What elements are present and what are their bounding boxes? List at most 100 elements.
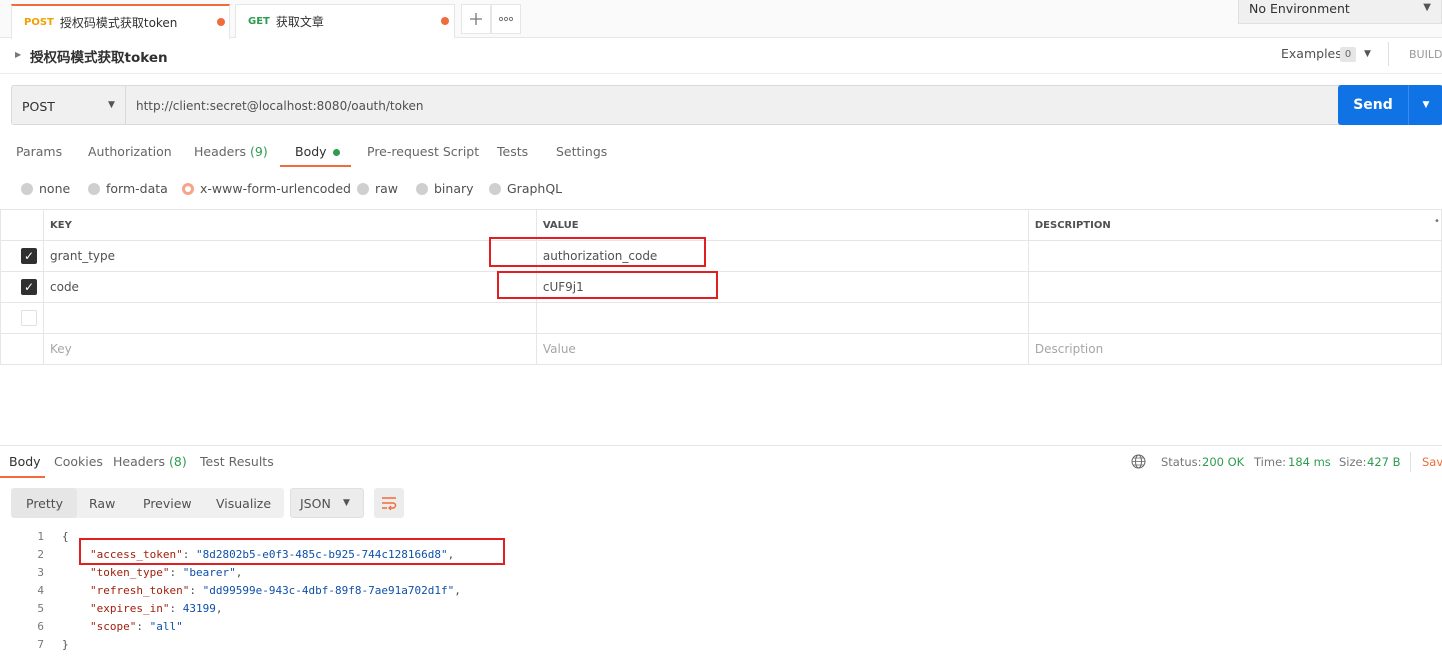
- new-tab-button[interactable]: [461, 4, 491, 34]
- view-raw[interactable]: Raw: [89, 496, 115, 511]
- json-key: "refresh_token": [90, 584, 190, 597]
- tab-body[interactable]: Body: [295, 144, 340, 159]
- resp-tab-body-underline: [0, 476, 45, 478]
- tab-authorization[interactable]: Authorization: [88, 144, 172, 159]
- description-placeholder[interactable]: Description: [1027, 333, 1442, 365]
- checkbox-checked[interactable]: ✓: [21, 279, 37, 295]
- radio-circle-icon: [21, 182, 33, 195]
- line-number: 2: [37, 548, 44, 561]
- radio-circle-icon: [88, 182, 100, 195]
- table-row: [0, 302, 1442, 334]
- json-line-access-token: "access_token": "8d2802b5-e0f3-485c-b925…: [90, 548, 455, 561]
- tab-settings[interactable]: Settings: [556, 144, 607, 159]
- examples-label[interactable]: Examples: [1281, 46, 1342, 61]
- size-label: Size:: [1339, 455, 1367, 469]
- tab-headers[interactable]: Headers (9): [194, 144, 268, 159]
- tab-request-post[interactable]: POST 授权码模式获取token: [11, 4, 230, 39]
- line-number: 4: [37, 584, 44, 597]
- view-mode-group: Pretty Raw Preview Visualize: [11, 488, 284, 518]
- radio-label: x-www-form-urlencoded: [200, 181, 351, 196]
- json-key: "scope": [90, 620, 137, 633]
- line-number: 7: [37, 638, 44, 651]
- environment-label: No Environment: [1249, 1, 1350, 16]
- send-button[interactable]: Send: [1338, 85, 1408, 125]
- expand-triangle-icon[interactable]: ▶: [15, 50, 21, 59]
- more-icon: [499, 16, 513, 22]
- json-value: 43199: [182, 602, 216, 615]
- description-cell[interactable]: [1027, 271, 1442, 303]
- radio-label: form-data: [106, 181, 168, 196]
- key-cell[interactable]: [43, 302, 537, 334]
- description-cell[interactable]: [1027, 302, 1442, 334]
- time-value: 184 ms: [1288, 455, 1331, 469]
- tab-options-button[interactable]: [491, 4, 521, 34]
- wrap-lines-button[interactable]: [374, 488, 404, 518]
- resp-tab-body[interactable]: Body: [9, 454, 41, 469]
- tab-bar: POST 授权码模式获取token GET 获取文章 No Environmen…: [0, 0, 1442, 39]
- radio-circle-icon: [416, 182, 428, 195]
- format-label: JSON: [300, 496, 331, 511]
- tab-title: 获取文章: [275, 15, 324, 29]
- tab-title: 授权码模式获取token: [59, 16, 178, 30]
- json-line-scope: "scope": "all": [90, 620, 183, 633]
- json-line-token-type: "token_type": "bearer",: [90, 566, 243, 579]
- build-button[interactable]: BUILD: [1409, 48, 1442, 61]
- format-select[interactable]: JSON ▼: [290, 488, 364, 518]
- resp-tab-test-results[interactable]: Test Results: [200, 454, 274, 469]
- tab-headers-label: Headers: [194, 144, 247, 159]
- url-input[interactable]: http://client:secret@localhost:8080/oaut…: [126, 85, 1340, 125]
- radio-binary[interactable]: binary: [416, 181, 474, 196]
- view-preview[interactable]: Preview: [143, 496, 192, 511]
- radio-form-data[interactable]: form-data: [88, 181, 168, 196]
- tab-method: GET: [248, 16, 270, 27]
- key-placeholder[interactable]: Key: [43, 333, 537, 365]
- examples-chevron-icon[interactable]: ▼: [1364, 49, 1371, 59]
- radio-label: none: [39, 181, 71, 196]
- size-value: 427 B: [1367, 455, 1401, 469]
- request-name[interactable]: 授权码模式获取token: [30, 46, 168, 66]
- table-header-row: KEY VALUE DESCRIPTION: [0, 209, 1442, 241]
- more-columns-icon[interactable]: •: [1434, 216, 1440, 227]
- description-cell[interactable]: [1027, 240, 1442, 272]
- line-number: 1: [37, 530, 44, 543]
- checkbox-unchecked[interactable]: [21, 310, 37, 326]
- json-value: "bearer": [182, 566, 236, 579]
- highlight-box: [489, 237, 706, 267]
- save-response-button[interactable]: Sav: [1422, 455, 1442, 469]
- radio-label: raw: [375, 181, 399, 196]
- tab-params[interactable]: Params: [16, 144, 62, 159]
- row-check-cell: [0, 302, 44, 334]
- request-header: ▶ 授权码模式获取token Examples 0 ▼ BUILD: [0, 38, 1442, 74]
- status-label: Status:: [1161, 455, 1202, 469]
- radio-urlencoded[interactable]: x-www-form-urlencoded: [182, 181, 351, 196]
- radio-none[interactable]: none: [21, 181, 70, 196]
- view-visualize[interactable]: Visualize: [216, 496, 271, 511]
- status-value: 200 OK: [1202, 455, 1245, 469]
- radio-graphql[interactable]: GraphQL: [489, 181, 562, 196]
- value-placeholder[interactable]: Value: [535, 333, 1029, 365]
- method-select[interactable]: POST ▼: [11, 85, 126, 125]
- resp-tab-cookies[interactable]: Cookies: [54, 454, 103, 469]
- row-check-cell: [0, 333, 44, 365]
- tab-tests[interactable]: Tests: [497, 144, 528, 159]
- json-key: "token_type": [90, 566, 170, 579]
- table-row: ✓ code cUF9j1: [0, 271, 1442, 303]
- header-key: KEY: [43, 209, 537, 241]
- header-value: VALUE: [535, 209, 1029, 241]
- chevron-down-icon: ▼: [108, 100, 115, 110]
- resp-tab-headers[interactable]: Headers (8): [113, 454, 187, 469]
- line-number: 3: [37, 566, 44, 579]
- globe-icon[interactable]: [1131, 454, 1146, 469]
- plus-icon: [470, 13, 482, 25]
- key-cell[interactable]: code: [43, 271, 537, 303]
- key-cell[interactable]: grant_type: [43, 240, 537, 272]
- environment-select[interactable]: No Environment ▼: [1238, 0, 1442, 24]
- radio-circle-icon: [489, 182, 501, 195]
- tab-request-get[interactable]: GET 获取文章: [235, 4, 455, 38]
- send-options-button[interactable]: ▼: [1408, 85, 1442, 125]
- value-cell[interactable]: [535, 302, 1029, 334]
- checkbox-checked[interactable]: ✓: [21, 248, 37, 264]
- tab-prerequest[interactable]: Pre-request Script: [367, 144, 479, 159]
- radio-raw[interactable]: raw: [357, 181, 398, 196]
- view-pretty[interactable]: Pretty: [26, 496, 63, 511]
